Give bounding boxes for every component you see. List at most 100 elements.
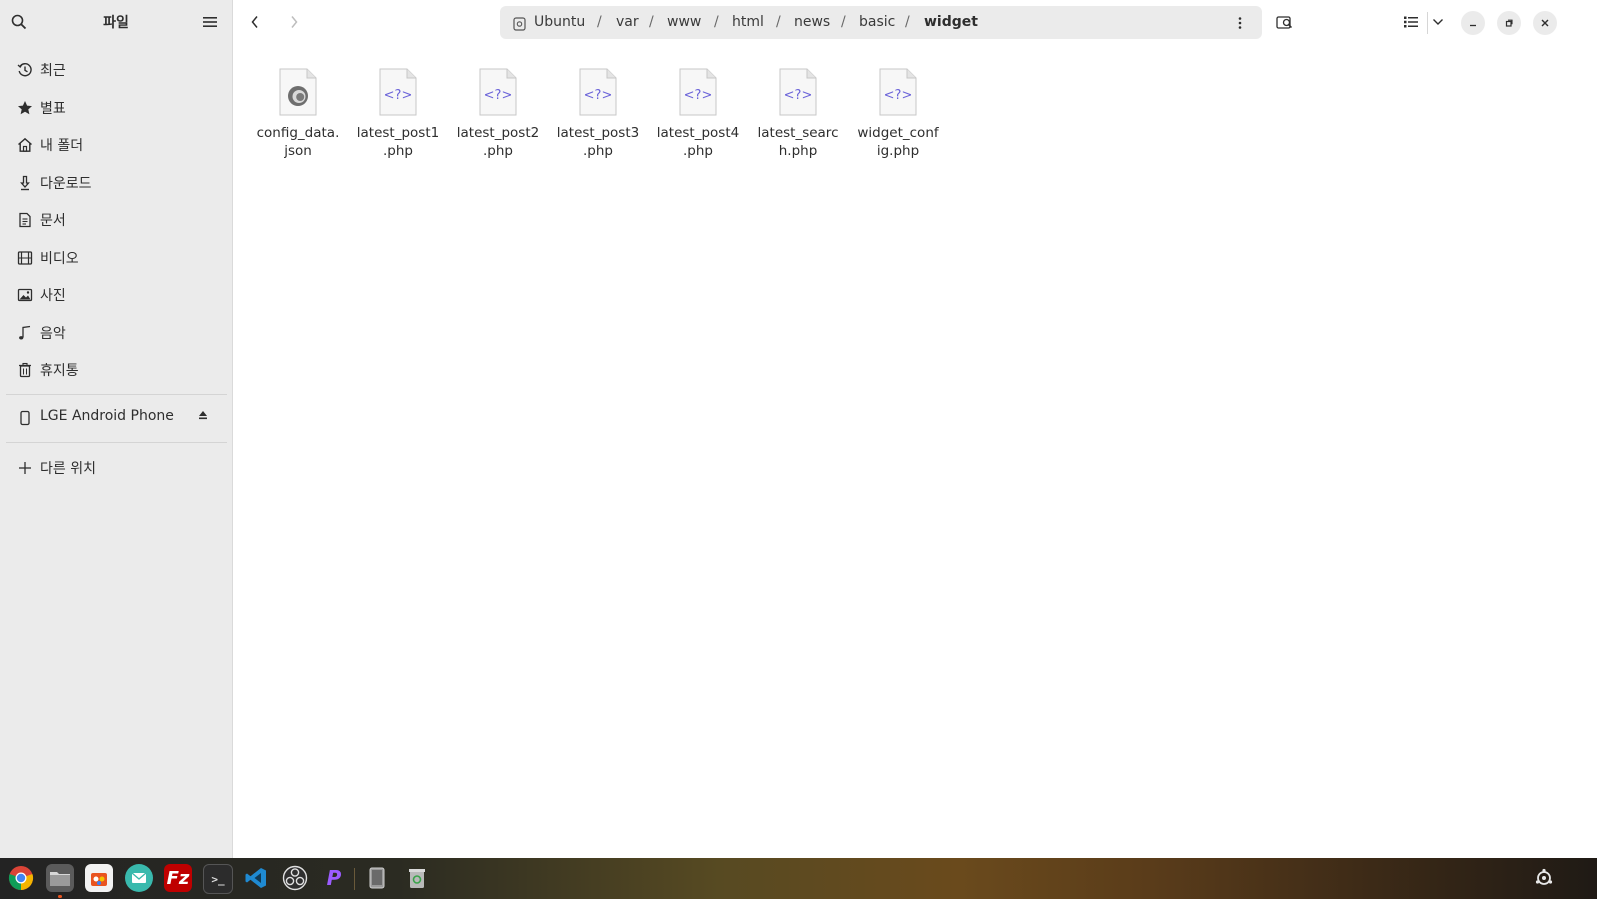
sidebar-item-documents[interactable]: 문서: [0, 201, 232, 239]
file-name: widget_conf ig.php: [857, 125, 939, 159]
trash-taskbar-icon[interactable]: [403, 864, 431, 892]
path-separator: /: [649, 14, 654, 30]
file-item-latest-post2-php[interactable]: <?> latest_post2 .php: [448, 68, 548, 160]
header-bar: Ubuntu / var / www / html / news / basic…: [233, 0, 1597, 45]
phpstorm-icon[interactable]: P: [320, 864, 348, 892]
php-glyph: <?>: [884, 88, 913, 103]
file-name: config_data. json: [256, 125, 340, 159]
eject-icon[interactable]: [198, 410, 208, 423]
sidebar-item-label: 별표: [40, 100, 66, 117]
sidebar-item-label: 사진: [40, 288, 66, 304]
home-icon: [16, 136, 34, 154]
file-item-latest-post4-php[interactable]: <?> latest_post4 .php: [648, 68, 748, 160]
php-glyph: <?>: [784, 88, 813, 103]
sidebar-item-other-locations[interactable]: 다른 위치: [0, 449, 232, 487]
sidebar-item-trash[interactable]: 휴지통: [0, 351, 232, 389]
breadcrumb-segment[interactable]: html: [732, 14, 764, 30]
file-item-latest-post1-php[interactable]: <?> latest_post1 .php: [348, 68, 448, 160]
file-item-widget-config-php[interactable]: <?> widget_conf ig.php: [848, 68, 948, 160]
breadcrumb-current[interactable]: widget: [924, 14, 978, 30]
php-file-icon: <?>: [778, 68, 818, 116]
drive-icon: [513, 16, 526, 35]
taskbar: Fz >_ P: [0, 858, 1597, 899]
sidebar-item-downloads[interactable]: 다운로드: [0, 164, 232, 202]
sidebar-divider: [6, 442, 227, 443]
chrome-icon[interactable]: [7, 864, 35, 892]
path-separator: /: [776, 14, 781, 30]
minimize-button[interactable]: [1461, 11, 1485, 35]
breadcrumb-segment[interactable]: news: [794, 14, 830, 30]
sidebar-item-label: 다운로드: [40, 175, 92, 192]
php-glyph: <?>: [484, 88, 513, 103]
breadcrumb-segment[interactable]: var: [616, 14, 639, 30]
trash-icon: [16, 361, 34, 379]
sidebar-item-videos[interactable]: 비디오: [0, 239, 232, 277]
sidebar-item-label: 휴지통: [40, 363, 79, 379]
close-button[interactable]: [1533, 11, 1557, 35]
php-glyph: <?>: [384, 88, 413, 103]
restore-button[interactable]: [1497, 11, 1521, 35]
document-icon: [16, 211, 34, 229]
path-separator: /: [597, 14, 602, 30]
path-menu-icon[interactable]: [1238, 15, 1242, 34]
sidebar-item-device[interactable]: LGE Android Phone: [0, 399, 232, 437]
php-file-icon: <?>: [378, 68, 418, 116]
list-view-icon[interactable]: [1397, 8, 1425, 36]
vscode-icon[interactable]: [242, 864, 270, 892]
sidebar-divider: [6, 394, 227, 395]
taskbar-divider: [354, 868, 355, 890]
film-icon: [16, 249, 34, 267]
file-name: latest_searc h.php: [757, 125, 839, 159]
path-separator: /: [714, 14, 719, 30]
sidebar-item-pictures[interactable]: 사진: [0, 276, 232, 314]
path-separator: /: [841, 14, 846, 30]
file-item-config-data-json[interactable]: config_data. json: [248, 68, 348, 160]
obs-icon[interactable]: [281, 864, 309, 892]
files-app-icon[interactable]: [46, 864, 74, 892]
plus-icon: [16, 459, 34, 477]
sidebar-item-label: LGE Android Phone: [40, 408, 174, 424]
forward-button[interactable]: [280, 8, 308, 36]
filezilla-icon[interactable]: Fz: [164, 864, 192, 892]
php-file-icon: <?>: [878, 68, 918, 116]
hamburger-menu-icon[interactable]: [196, 8, 224, 36]
sidebar-item-label: 내 폴더: [40, 138, 84, 154]
system-settings-icon[interactable]: [1530, 864, 1558, 892]
breadcrumb-segment[interactable]: basic: [859, 14, 895, 30]
device-icon[interactable]: [363, 864, 391, 892]
search-in-folder-button[interactable]: [1271, 8, 1299, 36]
sidebar: 파일 최근 별표 내 폴더 다운로드 문서 비디오 사진 음악 휴지통 LGE …: [0, 0, 233, 858]
sidebar-item-label: 음악: [40, 325, 66, 342]
file-grid: config_data. json <?> latest_post1 .php <?…: [233, 45, 1597, 858]
breadcrumb-segment[interactable]: www: [667, 14, 701, 30]
sidebar-item-label: 문서: [40, 213, 66, 229]
sidebar-item-label: 다른 위치: [40, 461, 96, 477]
music-icon: [16, 324, 34, 342]
sidebar-item-home[interactable]: 내 폴더: [0, 126, 232, 164]
image-icon: [16, 286, 34, 304]
view-options-chevron-down-icon[interactable]: [1424, 8, 1452, 36]
sidebar-item-label: 비디오: [40, 250, 79, 267]
running-indicator: [58, 895, 62, 898]
phone-icon: [16, 409, 34, 427]
sidebar-item-starred[interactable]: 별표: [0, 89, 232, 127]
terminal-icon[interactable]: >_: [203, 864, 233, 894]
path-separator: /: [905, 14, 910, 30]
sidebar-item-music[interactable]: 음악: [0, 314, 232, 352]
php-file-icon: <?>: [578, 68, 618, 116]
file-item-latest-post3-php[interactable]: <?> latest_post3 .php: [548, 68, 648, 160]
sidebar-item-recent[interactable]: 최근: [0, 51, 232, 89]
software-center-icon[interactable]: [85, 864, 113, 892]
php-file-icon: <?>: [678, 68, 718, 116]
sidebar-item-label: 최근: [40, 63, 66, 79]
clock-icon: [16, 61, 34, 79]
breadcrumb-root[interactable]: Ubuntu: [534, 14, 585, 30]
places-list: 최근 별표 내 폴더 다운로드 문서 비디오 사진 음악 휴지통: [0, 51, 232, 389]
file-item-latest-search-php[interactable]: <?> latest_searc h.php: [748, 68, 848, 160]
mail-app-icon[interactable]: [125, 864, 153, 892]
file-name: latest_post1 .php: [356, 125, 440, 159]
back-button[interactable]: [241, 8, 269, 36]
sidebar-header: 파일: [0, 0, 232, 45]
star-icon: [16, 99, 34, 117]
php-file-icon: <?>: [478, 68, 518, 116]
